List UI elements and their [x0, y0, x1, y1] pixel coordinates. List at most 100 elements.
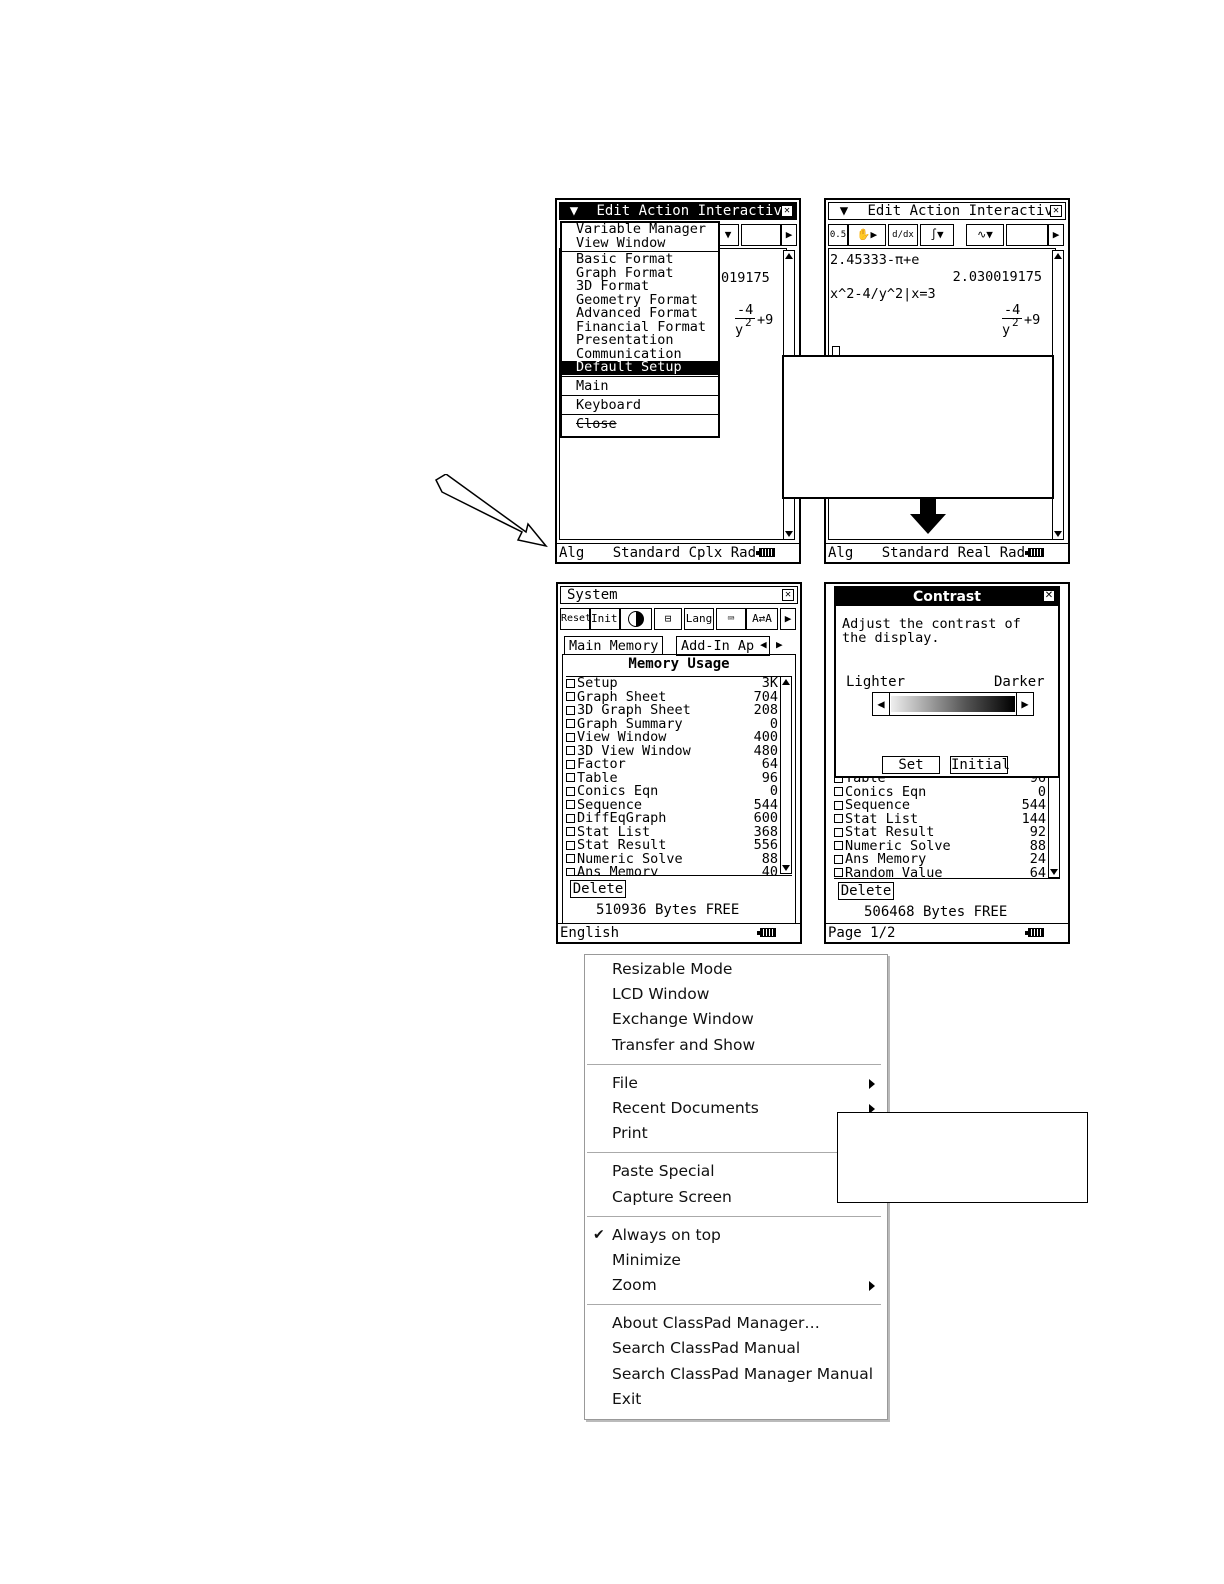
- checkbox[interactable]: [834, 800, 843, 810]
- toolbar-button[interactable]: ▼: [717, 224, 739, 246]
- memory-scrollbar[interactable]: [780, 676, 792, 874]
- input-line-1[interactable]: 2.45333-π+e: [830, 253, 919, 268]
- menu-item-minimize[interactable]: Minimize: [585, 1248, 887, 1273]
- menu-item-exit[interactable]: Exit: [585, 1387, 887, 1412]
- checkbox[interactable]: [566, 813, 575, 823]
- contrast-gradient: [891, 696, 1015, 712]
- menu-item-lcd-window[interactable]: LCD Window: [585, 982, 887, 1007]
- checkbox[interactable]: [566, 840, 575, 850]
- delete-button[interactable]: Delete: [838, 882, 894, 900]
- keyboard-button[interactable]: ⌨: [716, 608, 746, 630]
- initial-button[interactable]: Initial: [950, 756, 1010, 774]
- status-bar: Alg Standard Cplx Rad: [557, 543, 799, 562]
- contrast-screen: Table 96 Conics Eqn 0 Sequence 544 Stat List 14…: [824, 582, 1070, 944]
- checkbox[interactable]: [566, 827, 575, 836]
- menu-item-exchange-window[interactable]: Exchange Window: [585, 1007, 887, 1032]
- menu-item-file[interactable]: File: [585, 1071, 887, 1096]
- menu-item-resizable-mode[interactable]: Resizable Mode: [585, 957, 887, 982]
- toolbar-scroll-right-icon[interactable]: ▶: [781, 224, 797, 246]
- reset-button[interactable]: Reset: [560, 608, 591, 630]
- checkbox[interactable]: [566, 773, 575, 782]
- battery-icon: [756, 548, 775, 557]
- menu-item-always-on-top[interactable]: ✔ Always on top: [585, 1223, 887, 1248]
- status-mode[interactable]: Alg: [559, 545, 584, 561]
- menu-bar-label[interactable]: Edit Action Interactive: [596, 203, 790, 219]
- memory-row[interactable]: Random Value 64: [834, 864, 1060, 879]
- toolbar-scroll-right-icon[interactable]: ▶: [780, 608, 796, 630]
- font-button[interactable]: A⇄A: [746, 608, 778, 630]
- menu-item-close[interactable]: Close: [562, 416, 718, 432]
- memory-scrollbar[interactable]: [1048, 772, 1060, 878]
- delete-button[interactable]: Delete: [570, 880, 626, 898]
- menu-dropdown-icon[interactable]: ▼: [560, 203, 588, 219]
- close-icon[interactable]: ✕: [1043, 590, 1055, 602]
- slider-left-icon[interactable]: ◀: [873, 693, 890, 715]
- memory-row[interactable]: Ans Memory 40: [566, 864, 792, 876]
- input-line-2[interactable]: x^2-4/y^2|x=3: [830, 287, 936, 302]
- tab-scroll-right-icon[interactable]: ▶: [776, 636, 783, 654]
- set-button[interactable]: Set: [882, 756, 940, 774]
- tab-scroll-left-icon[interactable]: ◀: [760, 636, 767, 654]
- status-settings[interactable]: Standard Real Rad: [882, 545, 1025, 561]
- checkbox[interactable]: [566, 800, 575, 809]
- checkbox[interactable]: [834, 814, 843, 823]
- toolbar-derivative-button[interactable]: d/dx: [888, 224, 918, 246]
- menu-item-transfer-and-show[interactable]: Transfer and Show: [585, 1033, 887, 1058]
- checkbox[interactable]: [834, 787, 843, 796]
- init-button[interactable]: Init.: [590, 608, 624, 630]
- menu-item-keyboard[interactable]: Keyboard: [562, 397, 718, 413]
- menu-item-about[interactable]: About ClassPad Manager…: [585, 1311, 887, 1336]
- bytes-free: 510936 Bytes FREE: [596, 902, 740, 918]
- tab-main-memory[interactable]: Main Memory: [564, 636, 664, 655]
- toolbar-hand-button[interactable]: ✋▶: [848, 224, 886, 246]
- checkbox[interactable]: [566, 786, 575, 796]
- checkbox[interactable]: [566, 732, 575, 742]
- contrast-slider[interactable]: ◀ ▶: [872, 692, 1034, 716]
- contrast-button[interactable]: [620, 608, 652, 630]
- menu-bar-label[interactable]: Edit Action Interactive: [867, 203, 1061, 219]
- memory-row-name: Random Value: [845, 864, 943, 879]
- memory-list-behind: Table 96 Conics Eqn 0 Sequence 544 Stat List 14…: [834, 772, 1060, 879]
- status-mode[interactable]: Alg: [828, 545, 853, 561]
- menu-item-search-classpad-manual[interactable]: Search ClassPad Manual: [585, 1336, 887, 1361]
- menu-item-view-window[interactable]: View Window: [562, 236, 718, 251]
- contrast-dialog: Contrast ✕ Adjust the contrast of the di…: [834, 586, 1060, 778]
- checkbox[interactable]: [566, 759, 575, 769]
- checkbox[interactable]: [566, 854, 575, 863]
- blank-callout-box: [837, 1112, 1088, 1203]
- tab-add-in[interactable]: Add-In Ap: [676, 636, 770, 656]
- checkbox[interactable]: [834, 827, 843, 837]
- checkbox[interactable]: [566, 867, 575, 875]
- checkbox[interactable]: [834, 868, 843, 877]
- output-line-1: 2.030019175: [952, 269, 1042, 285]
- system-title: System: [567, 587, 618, 603]
- checkbox[interactable]: [566, 719, 575, 728]
- menu-dropdown-icon[interactable]: ▼: [829, 203, 859, 219]
- close-icon[interactable]: ✕: [781, 205, 793, 217]
- menu-item-default-setup[interactable]: Default Setup: [562, 360, 718, 375]
- battery-settings-button[interactable]: ⊟: [654, 608, 682, 630]
- partial-result: 019175: [721, 270, 770, 286]
- toolbar-decimal-button[interactable]: 0.5: [828, 224, 848, 246]
- close-icon[interactable]: ✕: [782, 589, 794, 601]
- checkbox[interactable]: [834, 841, 843, 850]
- status-settings[interactable]: Standard Cplx Rad: [613, 545, 756, 561]
- close-icon[interactable]: ✕: [1050, 205, 1062, 217]
- checkbox[interactable]: [566, 692, 575, 701]
- toolbar-graph-button[interactable]: ∿▼: [966, 224, 1004, 246]
- menu-item-search-manager-manual[interactable]: Search ClassPad Manager Manual: [585, 1362, 887, 1387]
- memory-row-value: 40: [761, 864, 778, 876]
- checkbox[interactable]: [566, 746, 575, 755]
- system-screen: System ✕ Reset Init. ⊟ Lang ⌨ A⇄A ▶ Main…: [556, 582, 802, 944]
- checkbox[interactable]: [566, 678, 575, 688]
- status-page: Page 1/2: [828, 925, 896, 941]
- slider-right-icon[interactable]: ▶: [1016, 693, 1033, 715]
- lang-button[interactable]: Lang: [684, 608, 714, 630]
- menu-item-main[interactable]: Main: [562, 378, 718, 394]
- toolbar-integral-button[interactable]: ∫▼: [920, 224, 954, 246]
- menu-item-zoom[interactable]: Zoom: [585, 1273, 887, 1298]
- checkbox[interactable]: [566, 705, 575, 715]
- fraction-expression: -4 y 2 +9: [1002, 302, 1041, 338]
- toolbar-scroll-right-icon[interactable]: ▶: [1048, 224, 1064, 246]
- checkbox[interactable]: [834, 854, 843, 864]
